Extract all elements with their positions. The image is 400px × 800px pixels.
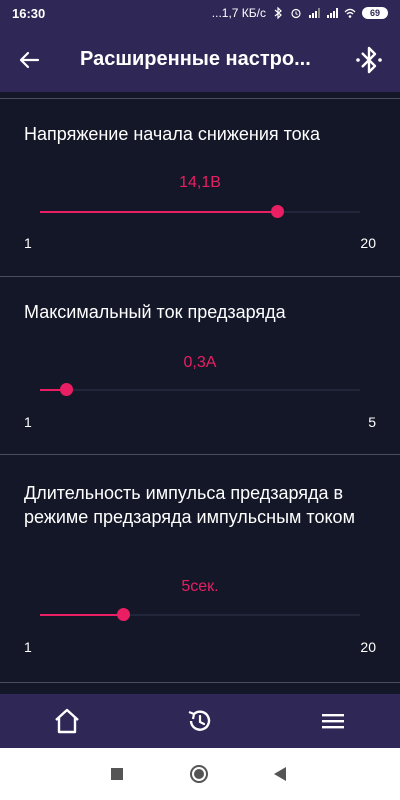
- slider-fill: [40, 211, 277, 213]
- status-icons: ...1,7 КБ/с 69: [212, 6, 388, 20]
- bluetooth-icon[interactable]: [354, 44, 384, 76]
- slider-max-label: 5: [368, 414, 376, 430]
- setting-value: 14,1В: [179, 174, 221, 191]
- status-bar: 16:30 ...1,7 КБ/с 69: [0, 0, 400, 28]
- slider-thumb[interactable]: [59, 383, 73, 396]
- alarm-icon: [291, 8, 301, 19]
- settings-list: Напряжение начала снижения тока 14,1В 1 …: [0, 92, 400, 694]
- bluetooth-icon: [274, 7, 282, 19]
- status-time: 16:30: [12, 6, 46, 21]
- system-navigation: [0, 748, 400, 800]
- arrow-left-icon[interactable]: [16, 46, 44, 74]
- slider-min-label: 1: [24, 235, 32, 251]
- slider-thumb[interactable]: [117, 608, 131, 621]
- slider-track[interactable]: [40, 608, 360, 621]
- network-speed: ...1,7 КБ/с: [211, 6, 266, 20]
- slider-max-label: 20: [360, 235, 376, 251]
- setting-title: Напряжение начала снижения тока: [24, 124, 320, 144]
- signal-icon: [327, 8, 338, 18]
- home-circle-icon[interactable]: [189, 764, 209, 784]
- setting-title: Длительность импульса предзаряда в режим…: [24, 483, 355, 527]
- slider-fill: [40, 614, 124, 616]
- signal-icon: [309, 8, 320, 18]
- slider-max-label: 20: [360, 639, 376, 655]
- divider: [0, 682, 400, 683]
- page-title: Расширенные настро...: [80, 48, 311, 70]
- home-icon[interactable]: [52, 706, 82, 736]
- setting-value: 5сек.: [181, 578, 219, 595]
- slider-track[interactable]: [40, 383, 360, 396]
- divider: [0, 454, 400, 455]
- slider-thumb[interactable]: [270, 205, 284, 218]
- divider: [0, 276, 400, 277]
- slider-min-label: 1: [24, 639, 32, 655]
- battery-icon: 69: [362, 7, 388, 19]
- app-bar: Расширенные настро...: [0, 28, 400, 92]
- wifi-icon: [344, 8, 356, 18]
- bottom-navigation: [0, 694, 400, 748]
- setting-title: Максимальный ток предзаряда: [24, 302, 286, 322]
- back-triangle-icon[interactable]: [273, 767, 287, 781]
- setting-value: 0,3А: [183, 354, 217, 371]
- history-icon[interactable]: [185, 706, 215, 736]
- slider-track[interactable]: [40, 205, 360, 218]
- recents-square-icon[interactable]: [111, 768, 123, 780]
- divider: [0, 98, 400, 99]
- slider-min-label: 1: [24, 414, 32, 430]
- menu-icon[interactable]: [318, 706, 348, 736]
